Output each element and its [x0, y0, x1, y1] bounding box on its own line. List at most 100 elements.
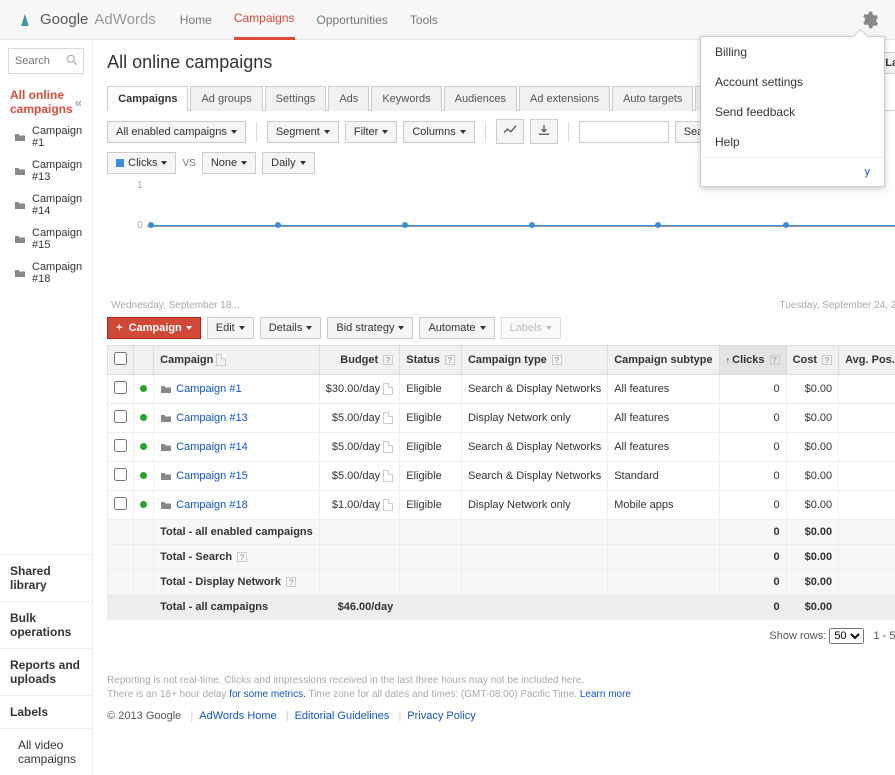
total-label: Total - Search ? — [154, 545, 320, 570]
sidebar-item[interactable]: Campaign #14 — [8, 188, 84, 222]
chart-toggle-icon[interactable] — [496, 119, 524, 144]
th-campaign[interactable]: Campaign — [154, 346, 320, 375]
menu-billing[interactable]: Billing — [701, 37, 884, 67]
edit-dropdown[interactable]: Edit — [207, 317, 254, 339]
th-avgpos[interactable]: Avg. Pos. ? — [839, 346, 895, 375]
row-checkbox[interactable] — [114, 497, 127, 510]
sidebar-bulk-operations[interactable]: Bulk operations — [0, 601, 92, 648]
folder-icon — [14, 268, 26, 278]
cell-subtype: All features — [608, 404, 719, 433]
download-icon[interactable] — [530, 119, 558, 144]
tab-campaigns[interactable]: Campaigns — [107, 86, 188, 111]
note-icon — [216, 354, 226, 366]
total-clicks: 0 — [719, 570, 786, 595]
th-status-dot — [134, 346, 154, 375]
campaigns-table: Campaign Budget ? Status ? Campaign type… — [107, 345, 895, 620]
filter-dropdown[interactable]: Filter — [345, 121, 397, 143]
help-icon: ? — [770, 355, 780, 365]
metrics-delay-link[interactable]: for some metrics. — [229, 689, 306, 700]
reporting-footnote: Reporting is not real-time. Clicks and i… — [107, 674, 895, 702]
cell-clicks: 0 — [719, 491, 786, 520]
cell-cost: $0.00 — [786, 404, 839, 433]
campaign-link[interactable]: Campaign #18 — [176, 499, 248, 511]
select-all-checkbox[interactable] — [114, 352, 127, 365]
status-dot-icon — [140, 385, 147, 392]
tab-auto-targets[interactable]: Auto targets — [612, 86, 693, 111]
chevron-down-icon — [300, 161, 306, 165]
menu-overflow[interactable]: y — [701, 157, 884, 186]
search-icon — [65, 53, 79, 67]
nav-tools[interactable]: Tools — [410, 1, 438, 39]
row-checkbox[interactable] — [114, 381, 127, 394]
granularity-dropdown[interactable]: Daily — [262, 152, 314, 174]
th-status[interactable]: Status ? — [400, 346, 462, 375]
campaign-link[interactable]: Campaign #14 — [176, 441, 248, 453]
automate-dropdown[interactable]: Automate — [419, 317, 494, 339]
campaign-link[interactable]: Campaign #15 — [176, 470, 248, 482]
chevron-down-icon — [480, 326, 486, 330]
tab-ad-extensions[interactable]: Ad extensions — [519, 86, 610, 111]
compare-dropdown[interactable]: None — [202, 152, 256, 174]
sidebar-item[interactable]: Campaign #18 — [8, 256, 84, 290]
th-subtype[interactable]: Campaign subtype — [608, 346, 719, 375]
gear-icon[interactable] — [859, 10, 879, 30]
nav-opportunities[interactable]: Opportunities — [317, 1, 388, 39]
sidebar-item[interactable]: Campaign #1 — [8, 120, 84, 154]
nav-campaigns[interactable]: Campaigns — [234, 0, 295, 40]
labels-dropdown[interactable]: Labels — [501, 317, 561, 339]
footer: © 2013 Google |AdWords Home |Editorial G… — [107, 710, 895, 722]
sidebar-item[interactable]: Campaign #15 — [8, 222, 84, 256]
tab-adgroups[interactable]: Ad groups — [190, 86, 262, 111]
row-checkbox[interactable] — [114, 410, 127, 423]
row-checkbox[interactable] — [114, 468, 127, 481]
sidebar-video-campaigns[interactable]: All video campaigns — [0, 728, 92, 775]
folder-icon — [160, 383, 172, 395]
sidebar-labels[interactable]: Labels — [0, 695, 92, 728]
segment-dropdown[interactable]: Segment — [267, 121, 339, 143]
pager-range: 1 - 5 of 5 — [873, 630, 895, 642]
tab-settings[interactable]: Settings — [265, 86, 327, 111]
menu-account-settings[interactable]: Account settings — [701, 67, 884, 97]
bid-strategy-dropdown[interactable]: Bid strategy — [327, 317, 413, 339]
chevron-down-icon — [382, 130, 388, 134]
nav-home[interactable]: Home — [180, 1, 212, 39]
cell-cost: $0.00 — [786, 491, 839, 520]
table-search-input[interactable] — [579, 121, 669, 143]
th-clicks[interactable]: ↑Clicks ? — [719, 346, 786, 375]
campaign-link[interactable]: Campaign #1 — [176, 383, 241, 395]
cell-status: Eligible — [400, 375, 462, 404]
new-campaign-button[interactable]: +Campaign — [107, 317, 201, 339]
cell-type: Search & Display Networks — [461, 433, 607, 462]
footer-link-editorial[interactable]: Editorial Guidelines — [295, 710, 390, 722]
tab-keywords[interactable]: Keywords — [371, 86, 441, 111]
help-icon: ? — [237, 552, 247, 562]
learn-more-link[interactable]: Learn more — [580, 689, 631, 700]
sidebar-reports-uploads[interactable]: Reports and uploads — [0, 648, 92, 695]
chevron-down-icon — [398, 326, 404, 330]
tab-audiences[interactable]: Audiences — [444, 86, 517, 111]
campaign-link[interactable]: Campaign #13 — [176, 412, 248, 424]
note-icon — [383, 470, 393, 482]
details-dropdown[interactable]: Details — [260, 317, 322, 339]
sidebar-heading[interactable]: All online campaigns — [10, 88, 75, 116]
th-budget[interactable]: Budget ? — [319, 346, 400, 375]
chart-series-line — [151, 224, 895, 228]
row-checkbox[interactable] — [114, 439, 127, 452]
help-icon: ? — [822, 355, 832, 365]
footer-link-privacy[interactable]: Privacy Policy — [407, 710, 475, 722]
filter-enabled-dropdown[interactable]: All enabled campaigns — [107, 121, 246, 143]
cell-budget: $5.00/day — [332, 470, 380, 482]
tab-ads[interactable]: Ads — [328, 86, 369, 111]
menu-help[interactable]: Help — [701, 127, 884, 157]
sidebar-shared-library[interactable]: Shared library — [0, 554, 92, 601]
sidebar-item-label: Campaign #14 — [32, 193, 82, 217]
menu-send-feedback[interactable]: Send feedback — [701, 97, 884, 127]
sidebar-collapse-icon[interactable]: « — [75, 95, 82, 110]
columns-dropdown[interactable]: Columns — [403, 121, 474, 143]
metric-clicks-dropdown[interactable]: Clicks — [107, 152, 176, 174]
th-type[interactable]: Campaign type ? — [461, 346, 607, 375]
sidebar-item[interactable]: Campaign #13 — [8, 154, 84, 188]
rows-per-page-select[interactable]: 50 — [829, 628, 864, 644]
th-cost[interactable]: Cost ? — [786, 346, 839, 375]
footer-link-adwords-home[interactable]: AdWords Home — [199, 710, 276, 722]
